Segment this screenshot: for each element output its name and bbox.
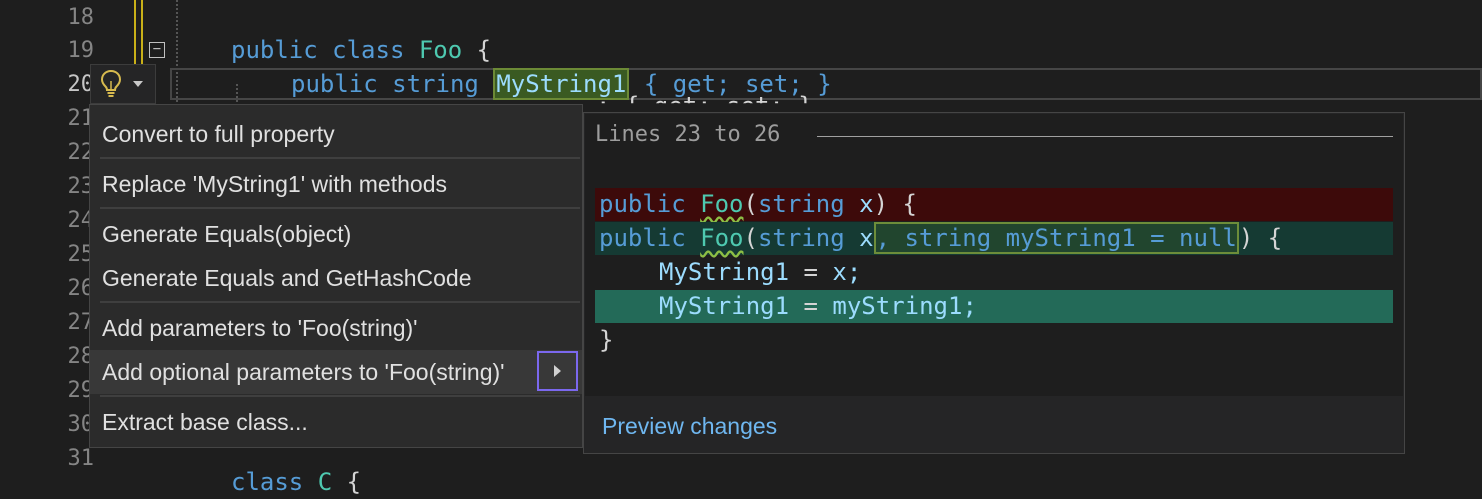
chevron-down-icon[interactable] bbox=[133, 81, 143, 87]
submenu-expand-button[interactable] bbox=[537, 351, 578, 391]
line-number: 31 bbox=[67, 446, 95, 471]
menu-separator bbox=[100, 207, 580, 209]
preview-added-body-line: MyString1 = myString1; bbox=[595, 290, 1393, 323]
menu-item-generate-equals-hashcode[interactable]: Generate Equals and GetHashCode bbox=[102, 265, 472, 292]
line-number: 25 bbox=[67, 242, 95, 267]
preview-closing-line: } bbox=[599, 326, 614, 354]
menu-item-generate-equals[interactable]: Generate Equals(object) bbox=[102, 221, 351, 248]
line-number: 29 bbox=[67, 378, 95, 403]
preview-title: Lines 23 to 26 bbox=[595, 122, 781, 147]
line-number: 30 bbox=[67, 412, 95, 437]
line-number-current: 20 bbox=[67, 72, 95, 97]
menu-separator bbox=[100, 301, 580, 303]
quick-actions-menu: Convert to full property Replace 'MyStri… bbox=[89, 104, 583, 448]
menu-item-add-optional-parameters[interactable]: Add optional parameters to 'Foo(string)' bbox=[102, 359, 505, 386]
menu-item-convert-full-property[interactable]: Convert to full property bbox=[102, 121, 335, 148]
menu-item-add-parameters[interactable]: Add parameters to 'Foo(string)' bbox=[102, 315, 418, 342]
preview-title-rule bbox=[817, 136, 1393, 137]
line-number: 24 bbox=[67, 208, 95, 233]
line-number: 21 bbox=[67, 106, 95, 131]
line-number: 19 bbox=[67, 38, 95, 63]
menu-separator bbox=[100, 395, 580, 397]
change-preview-panel: Lines 23 to 26 public Foo(string x) { pu… bbox=[583, 112, 1405, 454]
line-number: 27 bbox=[67, 310, 95, 335]
line-number: 23 bbox=[67, 174, 95, 199]
quick-actions-lightbulb[interactable] bbox=[90, 64, 156, 104]
code-line-32[interactable]: class C { bbox=[231, 466, 361, 499]
collapse-icon[interactable]: − bbox=[149, 42, 165, 58]
menu-item-extract-base-class[interactable]: Extract base class... bbox=[102, 409, 308, 436]
menu-separator bbox=[100, 157, 580, 159]
lightbulb-icon bbox=[100, 69, 122, 97]
preview-body-line: MyString1 = x; bbox=[659, 258, 862, 286]
line-number: 26 bbox=[67, 276, 95, 301]
preview-inserted-parameter: , string myString1 = null bbox=[873, 222, 1239, 254]
change-margin-indicator bbox=[134, 0, 136, 70]
line-number: 28 bbox=[67, 344, 95, 369]
line-number: 18 bbox=[67, 5, 95, 30]
menu-item-replace-with-methods[interactable]: Replace 'MyString1' with methods bbox=[102, 171, 447, 198]
line-number: 22 bbox=[67, 140, 95, 165]
code-line-19[interactable]: public class Foo { bbox=[231, 34, 491, 67]
chevron-right-icon bbox=[554, 365, 561, 377]
preview-removed-line: public Foo(string x) { bbox=[595, 188, 1393, 221]
preview-changes-link[interactable]: Preview changes bbox=[602, 413, 777, 440]
change-margin-indicator bbox=[141, 0, 143, 70]
preview-code-area: Lines 23 to 26 public Foo(string x) { pu… bbox=[585, 114, 1403, 396]
preview-added-line: public Foo(string x, string myString1 = … bbox=[595, 222, 1393, 255]
